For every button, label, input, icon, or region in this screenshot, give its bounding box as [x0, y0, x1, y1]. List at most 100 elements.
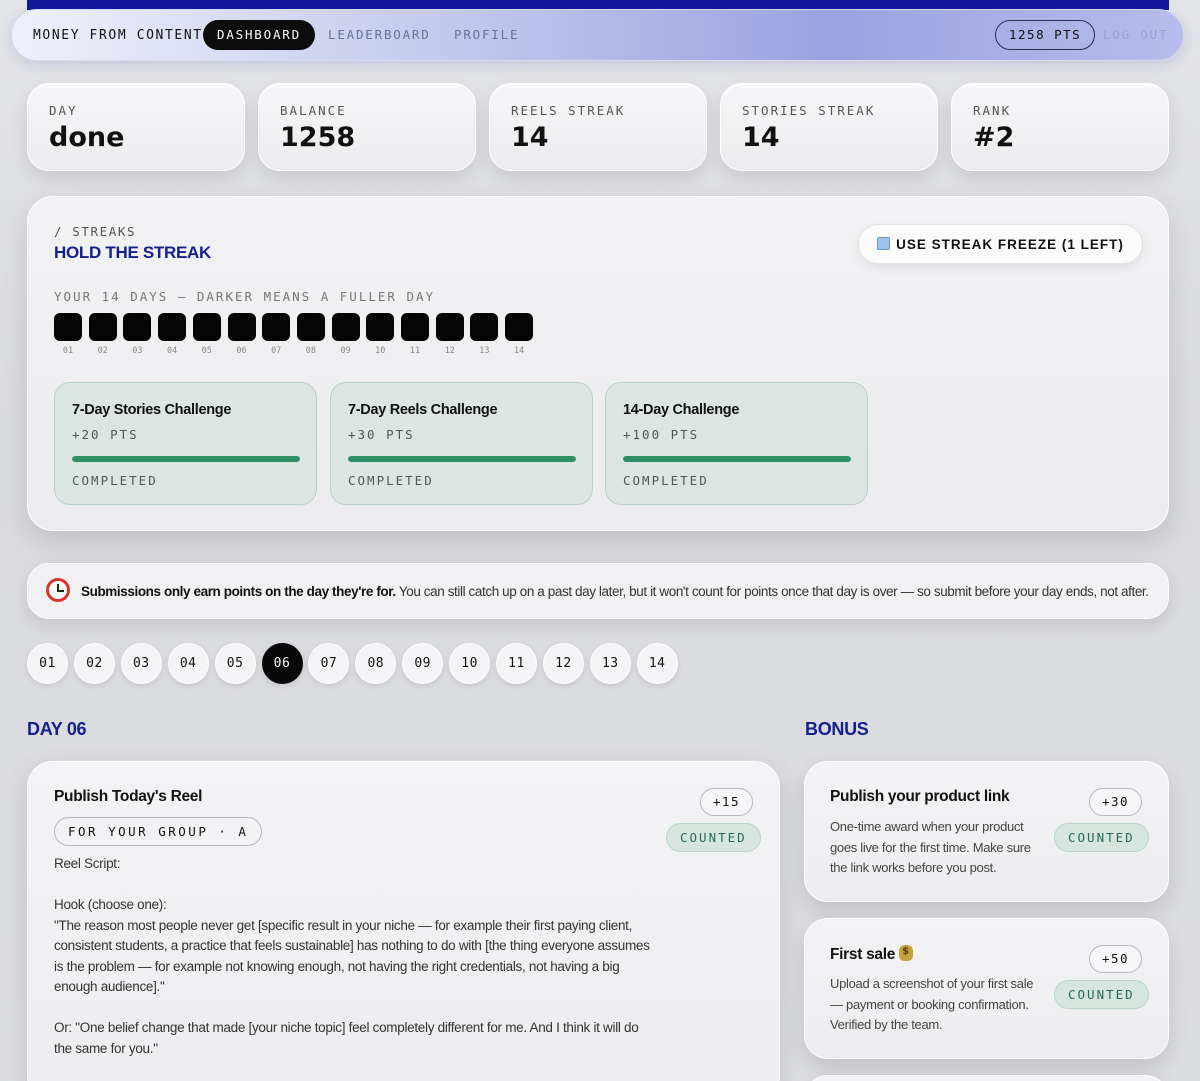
stat-label: RANK	[973, 103, 1012, 118]
bonus-card: First sale Upload a screenshot of your f…	[804, 918, 1169, 1059]
alarm-clock-icon	[46, 578, 70, 602]
streak-day-label: 14	[513, 346, 525, 356]
streak-day-label: 13	[479, 346, 490, 356]
stat-card-rank: RANK #2	[951, 83, 1169, 171]
progress-fill	[348, 456, 576, 462]
day-pill-03[interactable]: 03	[120, 643, 162, 684]
streak-freeze-label: USE STREAK FREEZE (1 LEFT)	[896, 237, 1124, 252]
tab-profile[interactable]: PROFILE	[440, 20, 533, 50]
stat-label: STORIES STREAK	[742, 103, 876, 118]
streak-day-label: 03	[132, 346, 143, 356]
progress-fill	[623, 456, 851, 462]
brand-name: MONEY FROM CONTENT	[33, 28, 203, 43]
streak-day-square	[88, 313, 117, 341]
stat-card-reels-streak: REELS STREAK 14	[489, 83, 707, 171]
challenge-progress-bar	[623, 456, 851, 462]
task-title: Publish Today's Reel	[54, 788, 203, 805]
challenge-points: +20 PTS	[72, 427, 139, 442]
bonus-title: Publish your product link	[830, 788, 1010, 805]
tab-dashboard[interactable]: DASHBOARD	[203, 20, 315, 50]
challenge-title: 7-Day Stories Challenge	[72, 402, 232, 418]
challenge-points: +100 PTS	[623, 427, 700, 442]
day-pill-11[interactable]: 11	[496, 643, 537, 684]
challenge-card: 7-Day Stories Challenge +20 PTS COMPLETE…	[54, 382, 317, 505]
days-caption: YOUR 14 DAYS — DARKER MEANS A FULLER DAY	[54, 289, 436, 304]
day-section-title: DAY 06	[27, 719, 87, 739]
streak-day-label: 10	[375, 346, 386, 356]
stat-value: done	[49, 122, 125, 153]
streaks-panel: / STREAKS HOLD THE STREAK USE STREAK FRE…	[27, 196, 1169, 531]
day-pill-07[interactable]: 07	[308, 643, 350, 684]
bonus-section-title: BONUS	[805, 719, 869, 739]
challenge-progress-bar	[72, 456, 300, 462]
bonus-desc: Upload a screenshot of your first sale —…	[830, 976, 1034, 1032]
bonus-card: Publish your product link One-time award…	[804, 761, 1169, 902]
streak-day-square	[296, 313, 325, 341]
challenge-progress-bar	[348, 456, 576, 462]
bonus-title-text: First sale	[830, 946, 896, 963]
stat-value: 14	[742, 122, 780, 153]
section-title: HOLD THE STREAK	[54, 243, 212, 262]
task-body: Reel Script: Hook (choose one): "The rea…	[54, 856, 650, 1056]
streak-day-label: 09	[340, 346, 351, 356]
day-pill-14[interactable]: 14	[636, 643, 678, 684]
day-pill-08[interactable]: 08	[355, 643, 397, 684]
tab-leaderboard[interactable]: LEADERBOARD	[314, 20, 445, 50]
streak-day-square	[192, 313, 221, 341]
notice-body: You can still catch up on a past day lat…	[395, 584, 1149, 599]
streak-day-square	[366, 313, 395, 341]
streak-day-square	[470, 313, 499, 341]
stat-card-balance: BALANCE 1258	[258, 83, 476, 171]
challenge-status: COMPLETED	[348, 473, 434, 488]
stat-card-day: DAY done	[27, 83, 245, 171]
points-badge: +50	[1089, 945, 1143, 973]
stat-label: REELS STREAK	[511, 103, 626, 118]
money-bag-icon	[899, 945, 914, 961]
day-pill-13[interactable]: 13	[589, 643, 631, 684]
day-pill-02[interactable]: 02	[73, 643, 115, 684]
day-pill-04[interactable]: 04	[167, 643, 209, 684]
day-pill-05[interactable]: 05	[214, 643, 256, 684]
status-badge: COUNTED	[1054, 980, 1149, 1009]
notice-bold: Submissions only earn points on the day …	[81, 584, 396, 599]
status-badge: COUNTED	[1054, 823, 1149, 852]
streak-day-square	[54, 313, 82, 341]
challenge-title: 7-Day Reels Challenge	[348, 402, 498, 418]
points-badge: +15	[700, 788, 754, 816]
day-pill-10[interactable]: 10	[449, 643, 491, 684]
streak-day-label: 07	[271, 346, 282, 356]
challenge-status: COMPLETED	[72, 473, 158, 488]
day-pill-12[interactable]: 12	[542, 643, 584, 684]
streak-day-square	[158, 313, 187, 341]
streak-day-label: 05	[201, 346, 212, 356]
bonus-card	[804, 1075, 1169, 1081]
streak-day-square	[505, 313, 534, 341]
streak-day-label: 06	[236, 346, 247, 356]
challenge-card: 14-Day Challenge +100 PTS COMPLETED	[605, 382, 868, 505]
stat-label: DAY	[49, 103, 78, 118]
day-pill-01[interactable]: 01	[27, 643, 68, 684]
task-card: Publish Today's Reel FOR YOUR GROUP · A …	[27, 761, 780, 1081]
streak-day-square	[227, 313, 256, 341]
streak-day-label: 11	[409, 346, 421, 356]
group-badge: FOR YOUR GROUP · A	[54, 817, 263, 846]
submission-notice: Submissions only earn points on the day …	[27, 563, 1169, 619]
streak-day-label: 12	[444, 346, 455, 356]
points-badge: 1258 PTS	[995, 20, 1096, 50]
streak-day-label: 01	[62, 346, 74, 356]
logout-button[interactable]: LOG OUT	[1103, 27, 1168, 42]
bonus-desc: One-time award when your product goes li…	[830, 819, 1031, 875]
streak-day-label: 04	[166, 346, 178, 356]
ice-cube-icon	[877, 237, 891, 250]
challenge-points: +30 PTS	[348, 427, 415, 442]
day-pill-09[interactable]: 09	[402, 643, 444, 684]
streak-day-square	[435, 313, 464, 341]
streak-day-square	[401, 313, 429, 341]
challenge-card: 7-Day Reels Challenge +30 PTS COMPLETED	[330, 382, 593, 505]
progress-fill	[72, 456, 300, 462]
day-pill-06[interactable]: 06	[261, 643, 303, 684]
stat-card-stories-streak: STORIES STREAK 14	[720, 83, 938, 171]
section-kicker: / STREAKS	[54, 224, 137, 239]
navbar: MONEY FROM CONTENT DASHBOARD LEADERBOARD…	[11, 9, 1184, 61]
streak-freeze-button[interactable]: USE STREAK FREEZE (1 LEFT)	[858, 224, 1143, 264]
